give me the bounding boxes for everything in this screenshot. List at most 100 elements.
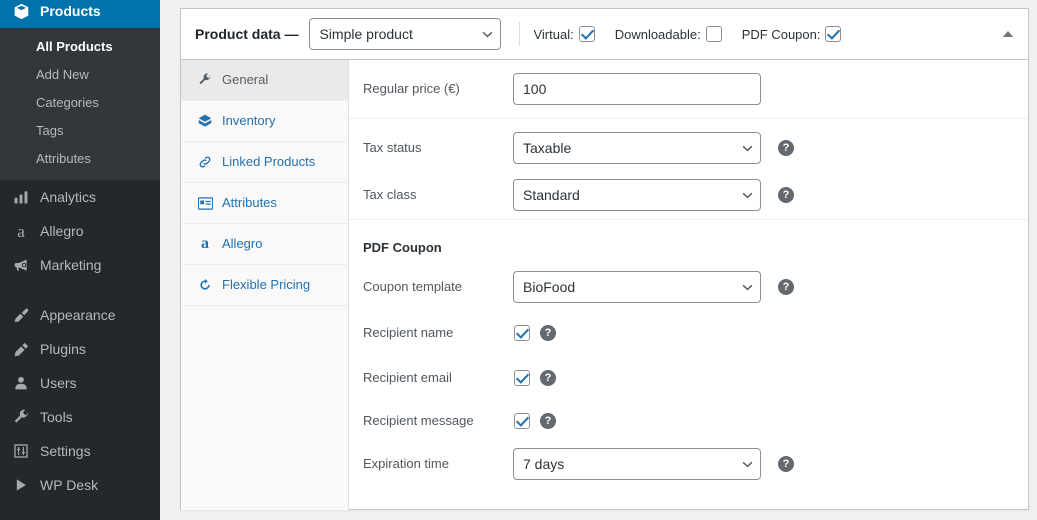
recipient-message-checkbox[interactable] <box>514 412 530 429</box>
virtual-option[interactable]: Virtual: <box>533 26 595 42</box>
recipient-name-label: Recipient name <box>363 325 454 340</box>
sidebar-item-products[interactable]: Products <box>0 0 160 28</box>
coupon-template-help-icon[interactable]: ? <box>778 278 794 295</box>
chevron-down-icon <box>742 461 753 468</box>
coupon-template-select[interactable]: BioFood <box>513 270 761 303</box>
sidebar-item-label: Analytics <box>40 189 97 205</box>
tax-status-label: Tax status <box>363 140 422 155</box>
regular-price-input[interactable]: 100 <box>513 73 761 105</box>
allegro-a-icon: a <box>201 235 209 252</box>
tab-attributes[interactable]: Attributes <box>181 183 348 224</box>
tax-status-select[interactable]: Taxable <box>513 132 761 164</box>
user-icon <box>11 373 31 393</box>
product-type-select[interactable]: Simple product <box>309 18 502 50</box>
recipient-email-field: Recipient email ? <box>349 356 1028 399</box>
expiration-time-help-icon[interactable]: ? <box>778 456 794 472</box>
virtual-label: Virtual: <box>533 26 574 42</box>
tab-general[interactable]: General <box>181 60 348 101</box>
general-tab-panel: Regular price (€) 100 Tax status Taxable… <box>349 60 1028 510</box>
tax-class-label: Tax class <box>363 186 417 202</box>
pdf-coupon-option[interactable]: PDF Coupon: <box>742 26 842 42</box>
refresh-icon <box>197 277 213 293</box>
sidebar-item-wp-desk[interactable]: WP Desk <box>0 468 160 502</box>
recipient-name-checkbox[interactable] <box>514 325 530 341</box>
expiration-time-select[interactable]: 7 days <box>513 448 761 480</box>
recipient-email-label: Recipient email <box>363 369 452 385</box>
sidebar-item-label: Users <box>40 375 77 391</box>
collapse-panel-toggle[interactable] <box>1002 30 1014 38</box>
tab-inventory[interactable]: Inventory <box>181 101 348 142</box>
chevron-down-icon <box>742 192 753 198</box>
tab-label: General <box>222 72 269 87</box>
downloadable-option[interactable]: Downloadable: <box>615 26 722 42</box>
sidebar-item-label: Appearance <box>40 307 116 323</box>
recipient-email-checkbox[interactable] <box>514 369 530 386</box>
sidebar-item-marketing[interactable]: Marketing <box>0 248 160 282</box>
expiration-time-field: Expiration time 7 days ? <box>349 442 1028 486</box>
sidebar-item-tools[interactable]: Tools <box>0 400 160 434</box>
submenu-item-attributes[interactable]: Attributes <box>0 145 160 173</box>
tab-label: Linked Products <box>222 154 316 169</box>
tab-allegro[interactable]: a Allegro <box>181 224 348 265</box>
sidebar-item-label: Settings <box>40 443 91 459</box>
coupon-template-label: Coupon template <box>363 278 463 294</box>
sidebar-item-allegro[interactable]: a Allegro <box>0 214 160 248</box>
tax-class-select[interactable]: Standard <box>513 178 761 211</box>
sidebar-item-analytics[interactable]: Analytics <box>0 180 160 214</box>
tax-status-help-icon[interactable]: ? <box>778 140 794 156</box>
page-title: Product data — <box>195 26 299 42</box>
chevron-down-icon <box>742 145 753 152</box>
recipient-message-help-icon[interactable]: ? <box>540 412 556 429</box>
sidebar-item-label: Plugins <box>40 341 86 357</box>
sidebar-item-plugins[interactable]: Plugins <box>0 332 160 366</box>
tax-status-value: Taxable <box>523 140 572 156</box>
header-divider <box>519 22 521 46</box>
sidebar-item-label: Marketing <box>40 257 102 273</box>
sidebar-item-label: Allegro <box>40 223 84 239</box>
menu-separator <box>0 282 160 298</box>
tax-class-help-icon[interactable]: ? <box>778 186 794 203</box>
expiration-time-label: Expiration time <box>363 456 449 471</box>
chevron-down-icon <box>482 31 493 38</box>
downloadable-checkbox[interactable] <box>705 26 722 42</box>
submenu-item-categories[interactable]: Categories <box>0 89 160 117</box>
link-icon <box>197 154 213 170</box>
virtual-checkbox[interactable] <box>578 26 595 42</box>
submenu-item-tags[interactable]: Tags <box>0 117 160 145</box>
admin-sidebar: WooCommerce Products All Products Add Ne… <box>0 0 160 520</box>
sidebar-item-users[interactable]: Users <box>0 366 160 400</box>
pdf-coupon-section-title: PDF Coupon <box>363 240 442 255</box>
tab-label: Inventory <box>222 113 276 128</box>
products-box-icon <box>11 1 31 21</box>
expiration-time-value: 7 days <box>523 456 565 472</box>
tax-status-field: Tax status Taxable ? <box>349 119 1028 170</box>
sidebar-item-label: Tools <box>40 409 73 425</box>
play-triangle-icon <box>11 475 31 495</box>
sidebar-item-appearance[interactable]: Appearance <box>0 298 160 332</box>
coupon-template-value: BioFood <box>523 278 576 295</box>
tab-label: Attributes <box>222 195 277 210</box>
submenu-item-add-new[interactable]: Add New <box>0 61 160 89</box>
products-submenu: All Products Add New Categories Tags Att… <box>0 28 160 180</box>
tab-label: Allegro <box>222 236 263 251</box>
pdf-coupon-label: PDF Coupon: <box>741 26 821 42</box>
recipient-name-field: Recipient name ? <box>349 310 1028 356</box>
submenu-item-all-products[interactable]: All Products <box>0 33 160 61</box>
downloadable-label: Downloadable: <box>614 26 701 42</box>
regular-price-field: Regular price (€) 100 <box>349 60 1028 118</box>
sidebar-item-label: Products <box>40 3 101 19</box>
pdf-coupon-checkbox[interactable] <box>825 26 842 42</box>
tax-class-field: Tax class Standard ? <box>349 170 1028 219</box>
coupon-template-field: Coupon template BioFood ? <box>349 263 1028 310</box>
recipient-name-help-icon[interactable]: ? <box>540 325 556 341</box>
recipient-email-help-icon[interactable]: ? <box>540 369 556 386</box>
sidebar-item-settings[interactable]: Settings <box>0 434 160 468</box>
tab-linked-products[interactable]: Linked Products <box>181 142 348 183</box>
product-data-tabs: General Inventory Linked Products Attrib… <box>181 60 349 510</box>
tab-flexible-pricing[interactable]: Flexible Pricing <box>181 265 348 306</box>
product-data-body: General Inventory Linked Products Attrib… <box>181 60 1028 510</box>
regular-price-label: Regular price (€) <box>363 81 460 96</box>
plug-icon <box>11 339 31 359</box>
box-icon <box>197 113 213 129</box>
product-data-header: Product data — Simple product Virtual: D… <box>181 9 1028 60</box>
